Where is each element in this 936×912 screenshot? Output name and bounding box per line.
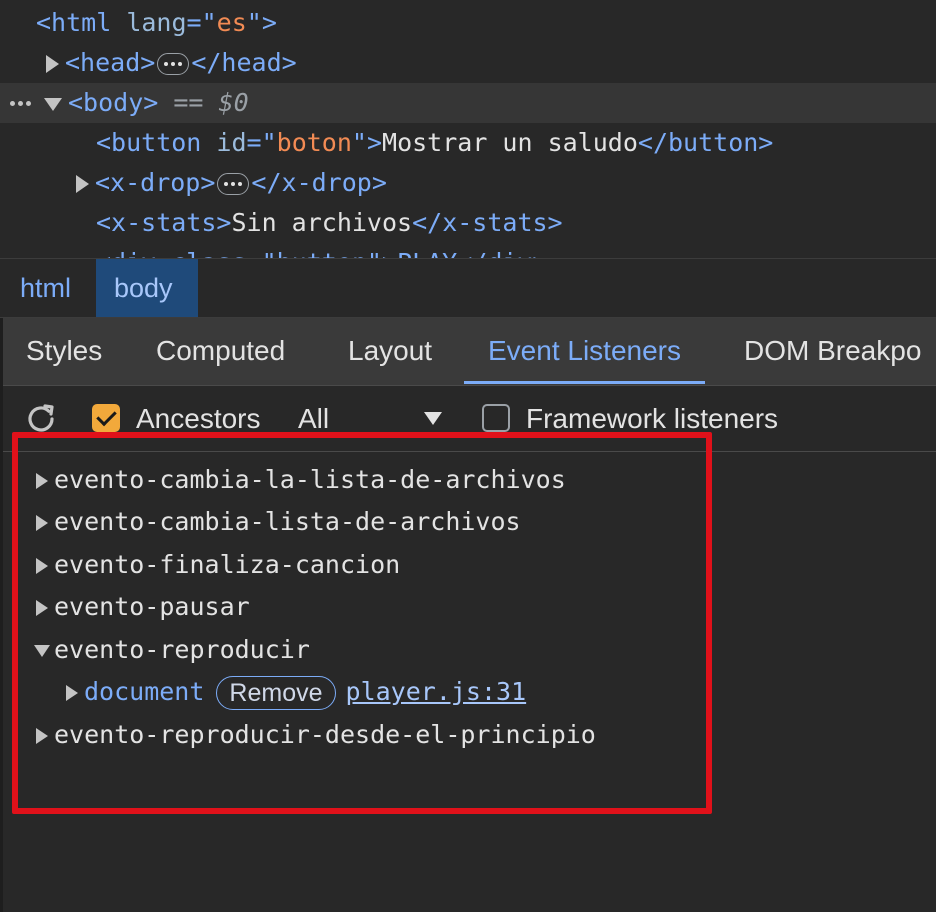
- tag-html-open: <html: [36, 8, 112, 37]
- partial-line-text: <div class="button">PLAY</div>: [96, 248, 548, 258]
- breadcrumb: html body: [0, 258, 936, 318]
- tab-dom-breakpoints[interactable]: DOM Breakpo: [744, 318, 921, 384]
- selected-ref: $0: [218, 88, 249, 117]
- tag-button-open: <button: [96, 128, 202, 157]
- breadcrumb-html[interactable]: html: [2, 259, 89, 317]
- sidebar-tab-bar: Styles Computed Layout Event Listeners D…: [0, 318, 936, 386]
- breadcrumb-body[interactable]: body: [96, 259, 198, 317]
- dom-node-head[interactable]: <head> </head>: [46, 43, 297, 83]
- chevron-down-icon[interactable]: [424, 412, 442, 425]
- tag-button-close: </button>: [637, 128, 774, 157]
- tag-close: ">: [351, 128, 383, 157]
- tab-computed[interactable]: Computed: [156, 318, 285, 384]
- expand-triangle-icon[interactable]: [46, 55, 59, 73]
- more-actions-icon[interactable]: [10, 101, 15, 106]
- dom-node-body[interactable]: <body> == $0: [0, 83, 936, 123]
- dom-node-x-stats[interactable]: <x-stats>Sin archivos</x-stats>: [96, 203, 563, 243]
- attr-eq: =": [186, 8, 217, 37]
- refresh-icon[interactable]: [24, 402, 58, 436]
- dom-node-button[interactable]: <button id="boton">Mostrar un saludo</bu…: [96, 123, 773, 163]
- attr-lang: lang: [126, 8, 187, 37]
- elements-dom-tree: <html lang="es"> <head> </head> <body> ==…: [0, 0, 936, 258]
- tag-x-drop-close: </x-drop>: [251, 168, 387, 197]
- ancestors-checkbox[interactable]: [92, 404, 120, 432]
- expand-triangle-icon[interactable]: [76, 175, 89, 193]
- tag-body-open: <body>: [68, 88, 159, 117]
- tab-layout[interactable]: Layout: [348, 318, 432, 384]
- tag-close: ">: [246, 8, 277, 37]
- dom-node-html[interactable]: <html lang="es">: [36, 3, 277, 43]
- tag-x-drop-open: <x-drop>: [95, 168, 216, 197]
- dom-node-x-drop[interactable]: <x-drop> </x-drop>: [76, 163, 387, 203]
- panel-left-edge: [0, 318, 3, 912]
- tag-head-close: </head>: [191, 48, 297, 77]
- attr-id: id: [216, 128, 247, 157]
- button-text: Mostrar un saludo: [382, 128, 638, 157]
- x-stats-text: Sin archivos: [231, 208, 413, 237]
- selected-marker: ==: [158, 88, 219, 117]
- tag-x-stats-open: <x-stats>: [96, 208, 232, 237]
- tag-head-open: <head>: [65, 48, 156, 77]
- highlight-annotation-box: [12, 432, 712, 814]
- tab-styles[interactable]: Styles: [26, 318, 102, 384]
- attr-eq: =": [246, 128, 277, 157]
- attr-id-value: boton: [276, 128, 352, 157]
- tag-x-stats-close: </x-stats>: [412, 208, 563, 237]
- attr-lang-value: es: [216, 8, 247, 37]
- ellipsis-icon[interactable]: [217, 173, 250, 195]
- dom-node-partial[interactable]: <div class="button">PLAY</div>: [96, 243, 548, 258]
- ellipsis-icon[interactable]: [157, 53, 190, 75]
- tab-event-listeners[interactable]: Event Listeners: [464, 318, 705, 384]
- framework-listeners-checkbox[interactable]: [482, 404, 510, 432]
- collapse-triangle-icon[interactable]: [44, 97, 62, 111]
